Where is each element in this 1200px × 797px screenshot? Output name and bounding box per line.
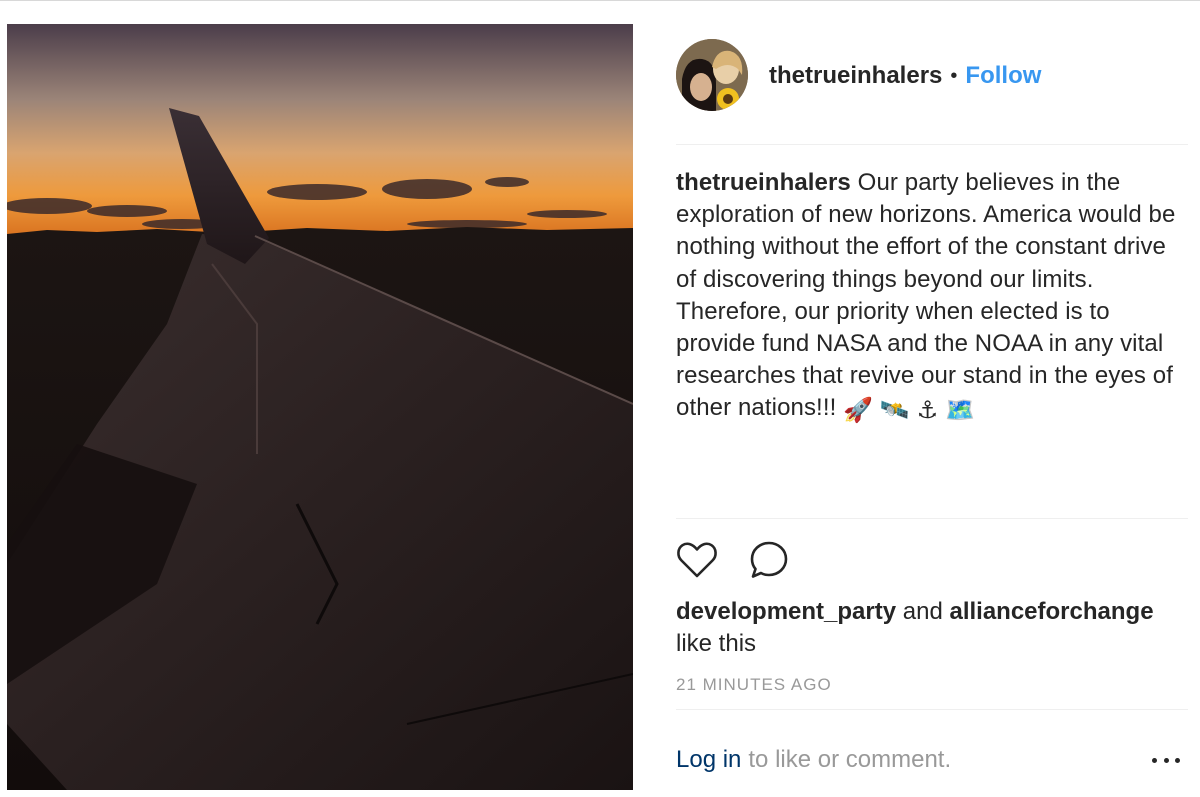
login-prompt: Log in to like or comment. (676, 744, 1188, 776)
airplane-wing-sunset-image (7, 24, 633, 790)
speech-bubble-icon (750, 541, 788, 578)
like-button[interactable] (676, 540, 718, 580)
liker-link-1[interactable]: development_party (676, 598, 896, 625)
post-photo[interactable] (7, 24, 633, 790)
heart-outline-icon (677, 542, 717, 578)
caption-text: Our party believes in the exploration of… (676, 169, 1176, 422)
ellipsis-icon (1163, 757, 1169, 763)
likes-summary: development_party and allianceforchange … (676, 596, 1188, 660)
post-header: thetrueinhalers • Follow (769, 58, 1041, 94)
divider (676, 518, 1188, 519)
liker-link-2[interactable]: allianceforchange (949, 598, 1153, 625)
follow-button[interactable]: Follow (965, 62, 1041, 90)
more-options-button[interactable] (1152, 750, 1180, 770)
rocket-emoji: 🚀 (843, 397, 874, 425)
login-link[interactable]: Log in (676, 746, 741, 774)
ellipsis-icon (1175, 757, 1180, 763)
satellite-emoji: 🛰️ (879, 397, 910, 425)
caption-author-link[interactable]: thetrueinhalers (676, 169, 851, 196)
user-avatar[interactable] (676, 39, 748, 111)
likes-suffix: like this (676, 630, 757, 657)
likes-conjunction: and (902, 598, 943, 625)
anchor-emoji: ⚓ (916, 397, 939, 425)
divider (676, 709, 1188, 710)
world-map-emoji: 🗺️ (945, 397, 976, 425)
divider (676, 144, 1188, 145)
comment-button[interactable] (748, 540, 790, 580)
separator-dot: • (950, 64, 958, 87)
ellipsis-icon (1152, 757, 1157, 763)
post-details-panel: thetrueinhalers • Follow thetrueinhalers… (676, 0, 1188, 797)
post-caption: thetrueinhalers Our party believes in th… (676, 167, 1188, 425)
username-link[interactable]: thetrueinhalers (769, 62, 942, 90)
post-timestamp[interactable]: 21 MINUTES AGO (676, 675, 832, 695)
post-actions (676, 540, 790, 580)
login-suffix: to like or comment. (748, 746, 952, 773)
